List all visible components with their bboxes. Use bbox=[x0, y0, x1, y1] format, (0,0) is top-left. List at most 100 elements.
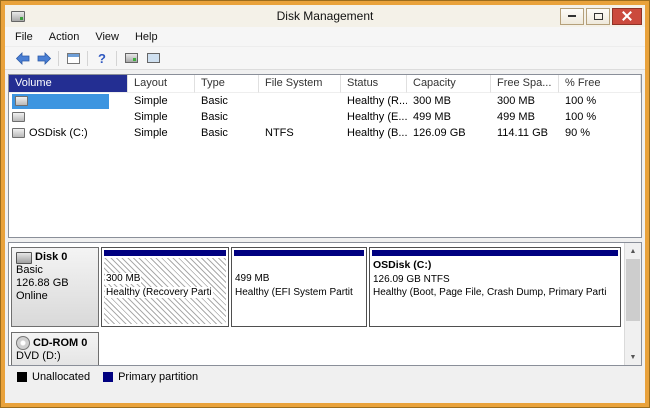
toolbar-separator bbox=[58, 51, 59, 66]
partition-status: Healthy (Boot, Page File, Crash Dump, Pr… bbox=[373, 287, 606, 298]
column-header-volume[interactable]: Volume bbox=[9, 75, 128, 93]
column-header-freespace[interactable]: Free Spa... bbox=[491, 75, 559, 93]
partition-size: 126.09 GB NTFS bbox=[373, 274, 450, 285]
graphical-view-content: Disk 0 Basic 126.88 GB Online bbox=[9, 243, 624, 365]
disk0-partitions: 300 MB Healthy (Recovery Parti 499 MB He… bbox=[101, 247, 621, 327]
maximize-icon bbox=[594, 13, 603, 20]
menu-view[interactable]: View bbox=[87, 28, 127, 46]
volume-icon bbox=[12, 128, 25, 138]
volume-list-header: Volume Layout Type File System Status Ca… bbox=[9, 75, 641, 93]
selected-volume-highlight[interactable] bbox=[12, 94, 109, 109]
disk0-status: Online bbox=[16, 290, 95, 303]
window-controls bbox=[558, 8, 642, 25]
partition-osdisk-c[interactable]: OSDisk (C:) 126.09 GB NTFS Healthy (Boot… bbox=[369, 247, 621, 327]
window-inner: Disk Management File Action View Help bbox=[5, 5, 645, 403]
cdrom0-row: CD-ROM 0 DVD (D:) bbox=[11, 332, 621, 365]
disk0-name: Disk 0 bbox=[35, 251, 67, 264]
window-title: Disk Management bbox=[5, 9, 645, 23]
help-icon[interactable]: ? bbox=[91, 48, 113, 68]
volume-icon bbox=[12, 112, 25, 122]
column-header-capacity[interactable]: Capacity bbox=[407, 75, 491, 93]
column-header-filesystem[interactable]: File System bbox=[259, 75, 341, 93]
partition-color-bar bbox=[372, 250, 618, 256]
partition-recovery[interactable]: 300 MB Healthy (Recovery Parti bbox=[101, 247, 229, 327]
scroll-down-icon[interactable]: ▼ bbox=[625, 349, 641, 365]
cdrom0-label[interactable]: CD-ROM 0 DVD (D:) bbox=[11, 332, 99, 365]
harddisk-icon bbox=[16, 252, 32, 264]
partition-color-bar bbox=[104, 250, 226, 256]
percentfree-cell: 100 % bbox=[559, 111, 641, 123]
disk0-row: Disk 0 Basic 126.88 GB Online bbox=[11, 247, 621, 327]
partition-size: 499 MB bbox=[235, 273, 269, 284]
column-header-layout[interactable]: Layout bbox=[128, 75, 195, 93]
window-glyph bbox=[67, 53, 80, 64]
capacity-cell: 126.09 GB bbox=[407, 127, 491, 139]
legend-item-primary-partition: Primary partition bbox=[103, 371, 198, 383]
column-header-type[interactable]: Type bbox=[195, 75, 259, 93]
disk-drive-icon[interactable] bbox=[120, 48, 142, 68]
partition-color-bar bbox=[234, 250, 364, 256]
volume-list-pane: Volume Layout Type File System Status Ca… bbox=[8, 74, 642, 238]
volume-cell bbox=[9, 93, 128, 109]
volume-icon bbox=[15, 96, 28, 106]
primary-partition-swatch bbox=[103, 372, 113, 382]
freespace-cell: 499 MB bbox=[491, 111, 559, 123]
percentfree-cell: 90 % bbox=[559, 127, 641, 139]
scrollbar-thumb[interactable] bbox=[626, 259, 640, 321]
column-header-percentfree[interactable]: % Free bbox=[559, 75, 641, 93]
column-header-status[interactable]: Status bbox=[341, 75, 407, 93]
disk0-label[interactable]: Disk 0 Basic 126.88 GB Online bbox=[11, 247, 99, 327]
app-icon bbox=[11, 11, 25, 22]
volume-cell: OSDisk (C:) bbox=[9, 125, 128, 141]
partition-status: Healthy (EFI System Partit bbox=[235, 287, 353, 298]
table-row[interactable]: Simple Basic Healthy (R... 300 MB 300 MB… bbox=[9, 93, 641, 109]
partition-name: OSDisk (C:) bbox=[373, 259, 620, 273]
cdrom0-name: CD-ROM 0 bbox=[33, 337, 87, 350]
percentfree-cell: 100 % bbox=[559, 95, 641, 107]
graphical-view-pane: Disk 0 Basic 126.88 GB Online bbox=[8, 242, 642, 366]
unallocated-swatch bbox=[17, 372, 27, 382]
minimize-button[interactable] bbox=[560, 8, 584, 25]
forward-icon[interactable] bbox=[33, 48, 55, 68]
menu-action[interactable]: Action bbox=[41, 28, 88, 46]
status-strip bbox=[8, 385, 642, 403]
table-row[interactable]: Simple Basic Healthy (E... 499 MB 499 MB… bbox=[9, 109, 641, 125]
disk-management-window: Disk Management File Action View Help bbox=[0, 0, 650, 408]
toolbar-separator bbox=[116, 51, 117, 66]
disk0-kind: Basic bbox=[16, 264, 95, 277]
type-cell: Basic bbox=[195, 127, 259, 139]
layout-cell: Simple bbox=[128, 127, 195, 139]
type-cell: Basic bbox=[195, 111, 259, 123]
freespace-cell: 300 MB bbox=[491, 95, 559, 107]
scroll-up-icon[interactable]: ▲ bbox=[625, 243, 641, 259]
filesystem-cell: NTFS bbox=[259, 127, 341, 139]
table-row[interactable]: OSDisk (C:) Simple Basic NTFS Healthy (B… bbox=[9, 125, 641, 141]
console-tree-icon[interactable] bbox=[62, 48, 84, 68]
vertical-scrollbar[interactable]: ▲ ▼ bbox=[624, 243, 641, 365]
capacity-cell: 499 MB bbox=[407, 111, 491, 123]
status-cell: Healthy (E... bbox=[341, 111, 407, 123]
cdrom-icon bbox=[16, 336, 30, 350]
legend-bar: Unallocated Primary partition bbox=[8, 368, 642, 385]
cdrom0-kind: DVD (D:) bbox=[16, 350, 95, 363]
maximize-button[interactable] bbox=[586, 8, 610, 25]
menu-bar: File Action View Help bbox=[5, 27, 645, 47]
capacity-cell: 300 MB bbox=[407, 95, 491, 107]
titlebar[interactable]: Disk Management bbox=[5, 5, 645, 27]
status-cell: Healthy (R... bbox=[341, 95, 407, 107]
legend-label: Primary partition bbox=[118, 371, 198, 383]
display-view-icon[interactable] bbox=[142, 48, 164, 68]
layout-cell: Simple bbox=[128, 111, 195, 123]
main-area: Volume Layout Type File System Status Ca… bbox=[5, 70, 645, 403]
menu-file[interactable]: File bbox=[7, 28, 41, 46]
screen-glyph bbox=[147, 53, 160, 63]
close-icon bbox=[622, 11, 632, 21]
legend-item-unallocated: Unallocated bbox=[17, 371, 90, 383]
menu-help[interactable]: Help bbox=[127, 28, 166, 46]
partition-status: Healthy (Recovery Parti bbox=[105, 287, 213, 298]
back-icon[interactable] bbox=[11, 48, 33, 68]
volume-name: OSDisk (C:) bbox=[29, 127, 88, 139]
close-button[interactable] bbox=[612, 8, 642, 25]
partition-efi-system[interactable]: 499 MB Healthy (EFI System Partit bbox=[231, 247, 367, 327]
status-cell: Healthy (B... bbox=[341, 127, 407, 139]
